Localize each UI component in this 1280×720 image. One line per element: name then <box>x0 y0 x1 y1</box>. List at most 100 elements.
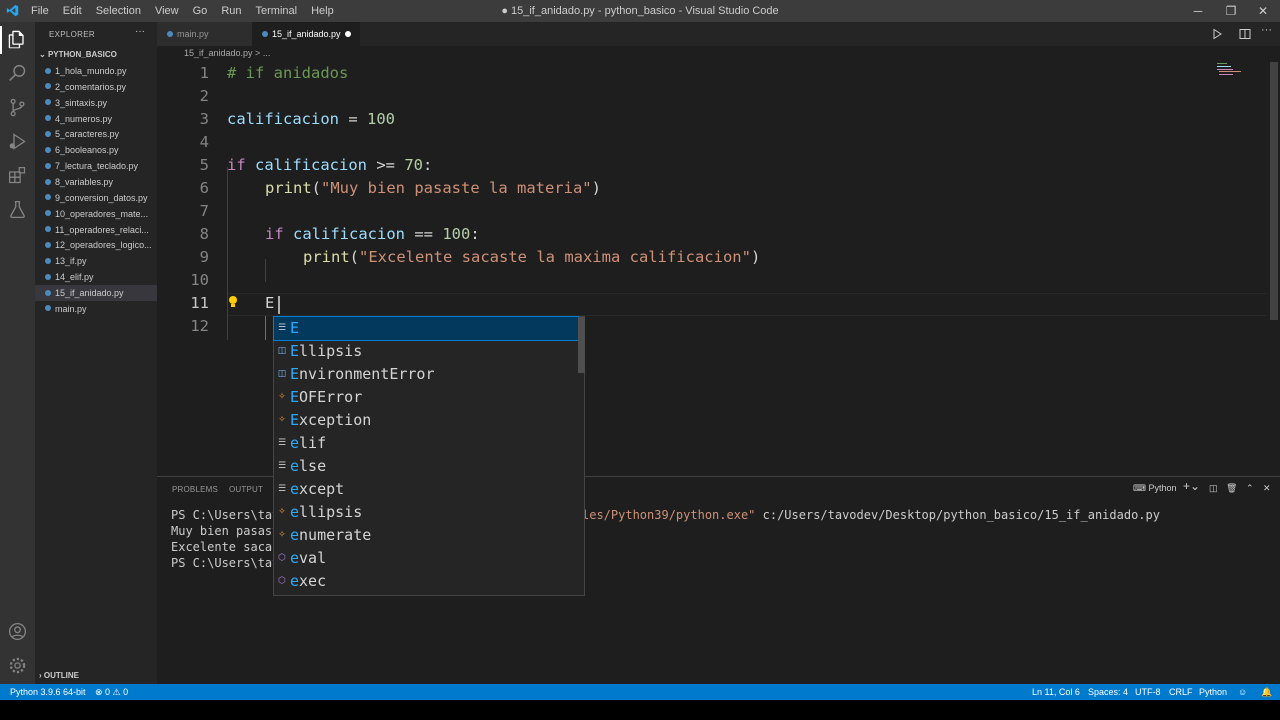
file-item[interactable]: main.py <box>35 301 157 317</box>
suggestion-scrollbar[interactable] <box>578 317 585 373</box>
file-item[interactable]: 7_lectura_teclado.py <box>35 158 157 174</box>
workspace-folder[interactable]: ⌄ PYTHON_BASICO <box>39 50 117 59</box>
run-debug-icon[interactable] <box>7 131 28 152</box>
code-line-6: print("Muy bien pasaste la materia") <box>265 179 601 197</box>
maximize-panel-icon[interactable]: ⌃ <box>1246 483 1254 494</box>
feedback-icon[interactable]: ☺ <box>1238 684 1247 700</box>
suggestion-rest: xcept <box>299 480 345 498</box>
file-item[interactable]: 3_sintaxis.py <box>35 95 157 111</box>
file-item[interactable]: 8_variables.py <box>35 174 157 190</box>
suggestion-item[interactable]: ⬡ exec <box>274 570 578 593</box>
tab-main-py[interactable]: main.py <box>157 22 252 46</box>
explorer-more-actions[interactable]: ··· <box>135 26 145 37</box>
search-icon[interactable] <box>7 63 28 84</box>
encoding[interactable]: UTF-8 <box>1135 684 1161 700</box>
tab-label: 15_if_anidado.py <box>272 29 341 39</box>
python-file-icon <box>45 162 51 169</box>
suggestion-item[interactable]: ☰ except <box>274 478 578 501</box>
python-file-icon <box>45 257 51 264</box>
language-mode[interactable]: Python <box>1199 684 1227 700</box>
file-item[interactable]: 10_operadores_mate... <box>35 206 157 222</box>
suggestion-item[interactable]: ◫ EnvironmentError <box>274 363 578 386</box>
terminal-line-1-tail: les/Python39/python.exe" c:/Users/tavode… <box>582 508 1160 522</box>
suggestion-item[interactable]: ✧ EOFError <box>274 386 578 409</box>
lightbulb-icon[interactable] <box>228 295 238 309</box>
terminal-selector[interactable]: ⌨ Python <box>1133 483 1177 494</box>
file-item[interactable]: 9_conversion_datos.py <box>35 190 157 206</box>
editor-scrollbar[interactable] <box>1270 62 1278 320</box>
suggestion-item[interactable]: ☰ else <box>274 455 578 478</box>
split-terminal-icon[interactable]: ◫ <box>1209 483 1218 494</box>
settings-gear-icon[interactable] <box>7 655 28 676</box>
file-item[interactable]: 2_comentarios.py <box>35 79 157 95</box>
file-item[interactable]: 11_operadores_relaci... <box>35 222 157 238</box>
file-item[interactable]: 1_hola_mundo.py <box>35 63 157 79</box>
file-item[interactable]: 5_caracteres.py <box>35 126 157 142</box>
outline-section[interactable]: › OUTLINE <box>39 671 79 680</box>
python-file-icon <box>262 30 268 37</box>
suggestion-rest: xception <box>299 411 372 429</box>
suggestion-rest: nvironmentError <box>299 365 435 383</box>
line-ending[interactable]: CRLF <box>1169 684 1193 700</box>
suggestion-rest: lse <box>299 457 327 475</box>
suggestion-item[interactable]: ◫ Ellipsis <box>274 340 578 363</box>
python-file-icon <box>45 83 51 90</box>
notifications-bell-icon[interactable]: 🔔 <box>1261 684 1272 700</box>
file-name: 10_operadores_mate... <box>55 208 149 219</box>
testing-icon[interactable] <box>7 199 28 220</box>
suggestion-item[interactable]: ✧ enumerate <box>274 524 578 547</box>
file-item[interactable]: 12_operadores_logico... <box>35 237 157 253</box>
close-panel-icon[interactable]: ✕ <box>1263 483 1271 494</box>
terminal-line-2: Muy bien pasast <box>171 524 280 538</box>
suggestion-item[interactable]: ☰ E <box>273 316 579 341</box>
source-control-icon[interactable] <box>7 97 28 118</box>
file-item[interactable]: 15_if_anidado.py <box>35 284 157 301</box>
tab-15-if-anidado[interactable]: 15_if_anidado.py <box>252 22 360 46</box>
problems-count[interactable]: ⊗ 0 ⚠ 0 <box>95 684 128 700</box>
code-line-3: calificacion = 100 <box>227 110 395 128</box>
explorer-icon[interactable] <box>7 29 28 50</box>
suggestion-item[interactable]: ✧ ellipsis <box>274 501 578 524</box>
suggestion-match: e <box>290 503 300 521</box>
extensions-icon[interactable] <box>7 165 28 186</box>
operator: = <box>338 110 367 128</box>
unsaved-dot-icon[interactable] <box>345 31 351 37</box>
file-item[interactable]: 13_if.py <box>35 253 157 269</box>
file-item[interactable]: 4_numeros.py <box>35 111 157 127</box>
terminal-line-4: PS C:\Users\tav <box>171 556 280 570</box>
file-item[interactable]: 6_booleanos.py <box>35 142 157 158</box>
split-editor-icon[interactable] <box>1239 28 1251 40</box>
minimap[interactable] <box>1215 62 1245 76</box>
indentation[interactable]: Spaces: 4 <box>1088 684 1128 700</box>
suggestion-match: E <box>290 411 300 429</box>
python-interpreter[interactable]: Python 3.9.6 64-bit <box>10 684 86 700</box>
suggestion-match: e <box>290 572 300 590</box>
maximize-button[interactable]: ❐ <box>1214 0 1248 22</box>
suggestion-item[interactable]: ☰ elif <box>274 432 578 455</box>
breadcrumb[interactable]: 15_if_anidado.py > ... <box>184 48 270 58</box>
kill-terminal-icon[interactable]: 🗑 <box>1226 483 1237 494</box>
file-item[interactable]: 14_elif.py <box>35 269 157 285</box>
tab-output[interactable]: OUTPUT <box>229 485 263 494</box>
file-name: 14_elif.py <box>55 272 94 283</box>
suggestion-item[interactable]: ✧ Exception <box>274 409 578 432</box>
line-number: 12 <box>190 317 209 335</box>
file-name: 1_hola_mundo.py <box>55 66 127 76</box>
class-kind-icon: ✧ <box>278 530 286 540</box>
more-actions-icon[interactable]: ··· <box>1261 24 1272 36</box>
function: print <box>265 179 312 197</box>
suggestion-item[interactable]: ⬡ eval <box>274 547 578 570</box>
new-terminal-icon[interactable]: +⌄ <box>1183 479 1200 493</box>
code-line-11: E: <box>265 294 284 312</box>
tab-problems[interactable]: PROBLEMS <box>172 485 218 494</box>
account-icon[interactable] <box>7 621 28 642</box>
typed-text: E: <box>265 294 284 312</box>
folder-name: PYTHON_BASICO <box>47 50 117 59</box>
run-file-icon[interactable] <box>1211 28 1223 40</box>
close-button[interactable]: ✕ <box>1246 0 1280 22</box>
operator: >= <box>367 156 405 174</box>
cursor-position[interactable]: Ln 11, Col 6 <box>1032 684 1080 700</box>
terminal-line-3: Excelente sacas <box>171 540 280 554</box>
class-kind-icon: ✧ <box>278 392 286 402</box>
minimize-button[interactable]: ─ <box>1181 0 1215 22</box>
